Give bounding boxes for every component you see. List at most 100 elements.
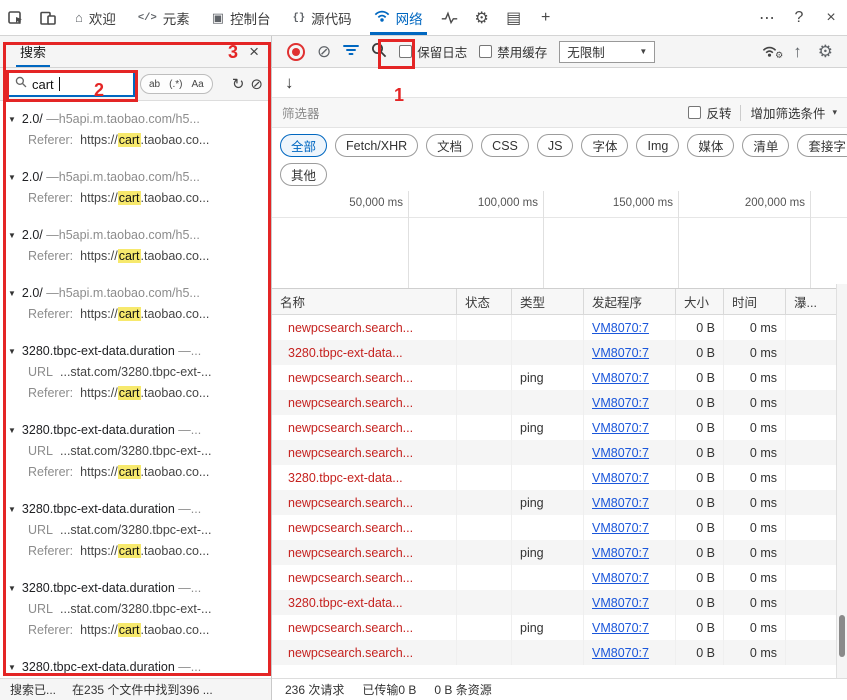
search-match-line[interactable]: Referer:https://cart.taobao.co...	[0, 383, 271, 404]
request-row[interactable]: newpcsearch.search...pingVM8070:70 B0 ms	[272, 365, 847, 390]
search-match-line[interactable]: URL...stat.com/3280.tbpc-ext-...	[0, 520, 271, 541]
tab-search[interactable]: 搜索	[8, 36, 58, 67]
refresh-search-icon[interactable]: ↻	[232, 77, 245, 92]
request-row[interactable]: newpcsearch.search...VM8070:70 B0 ms	[272, 515, 847, 540]
initiator-link[interactable]: VM8070:7	[592, 496, 649, 510]
request-row[interactable]: 3280.tbpc-ext-data...VM8070:70 B0 ms	[272, 340, 847, 365]
search-result-header[interactable]: ▼3280.tbpc-ext-data.duration — ...	[0, 498, 271, 520]
tab-welcome[interactable]: ⌂ 欢迎	[64, 0, 127, 35]
search-match-line[interactable]: Referer:https://cart.taobao.co...	[0, 130, 271, 151]
filter-chip[interactable]: CSS	[481, 134, 529, 157]
network-search-button[interactable]	[371, 42, 387, 61]
initiator-link[interactable]: VM8070:7	[592, 571, 649, 585]
column-header-3[interactable]: 发起程序	[584, 289, 676, 314]
network-conditions-icon[interactable]: ⚙	[762, 46, 777, 57]
network-settings-icon[interactable]: ⚙	[818, 43, 833, 60]
search-match-line[interactable]: URL...stat.com/3280.tbpc-ext-...	[0, 441, 271, 462]
initiator-link[interactable]: VM8070:7	[592, 396, 649, 410]
initiator-link[interactable]: VM8070:7	[592, 446, 649, 460]
initiator-link[interactable]: VM8070:7	[592, 646, 649, 660]
device-toolbar-icon[interactable]	[32, 0, 64, 35]
request-row[interactable]: newpcsearch.search...VM8070:70 B0 ms	[272, 315, 847, 340]
filter-chip[interactable]: Fetch/XHR	[335, 134, 418, 157]
filter-chip[interactable]: 媒体	[687, 134, 734, 157]
initiator-link[interactable]: VM8070:7	[592, 471, 649, 485]
filter-chip[interactable]: Img	[636, 134, 679, 157]
initiator-link[interactable]: VM8070:7	[592, 546, 649, 560]
search-result-header[interactable]: ▼2.0/ — h5api.m.taobao.com/h5...	[0, 108, 271, 130]
search-result-header[interactable]: ▼3280.tbpc-ext-data.duration — ...	[0, 577, 271, 599]
close-devtools-icon[interactable]: ×	[815, 0, 847, 35]
tab-console[interactable]: ▣ 控制台	[201, 0, 282, 35]
disable-cache-checkbox[interactable]: 禁用缓存	[479, 42, 547, 61]
filter-chip[interactable]: JS	[537, 134, 574, 157]
search-match-line[interactable]: Referer:https://cart.taobao.co...	[0, 304, 271, 325]
filter-chip[interactable]: 文档	[426, 134, 473, 157]
initiator-link[interactable]: VM8070:7	[592, 521, 649, 535]
help-icon[interactable]: ?	[783, 0, 815, 35]
search-result-header[interactable]: ▼3280.tbpc-ext-data.duration — ...	[0, 656, 271, 678]
initiator-link[interactable]: VM8070:7	[592, 421, 649, 435]
request-row[interactable]: 3280.tbpc-ext-data...VM8070:70 B0 ms	[272, 590, 847, 615]
filter-chip[interactable]: 清单	[742, 134, 789, 157]
panel-layout-icon[interactable]: ▤	[498, 0, 530, 35]
column-header-4[interactable]: 大小	[676, 289, 724, 314]
search-match-line[interactable]: Referer:https://cart.taobao.co...	[0, 620, 271, 641]
performance-icon[interactable]	[434, 0, 466, 35]
filter-chip[interactable]: 套接字	[797, 134, 847, 157]
search-result-header[interactable]: ▼2.0/ — h5api.m.taobao.com/h5...	[0, 224, 271, 246]
request-row[interactable]: newpcsearch.search...VM8070:70 B0 ms	[272, 440, 847, 465]
search-toggle-0[interactable]: ab	[145, 79, 164, 90]
preserve-log-checkbox[interactable]: 保留日志	[399, 42, 467, 61]
throttling-select[interactable]: 无限制 ▼	[559, 41, 655, 63]
filter-chip[interactable]: 全部	[280, 134, 327, 157]
request-row[interactable]: newpcsearch.search...VM8070:70 B0 ms	[272, 390, 847, 415]
search-match-line[interactable]: URL...stat.com/3280.tbpc-ext-...	[0, 362, 271, 383]
filter-input[interactable]: 筛选器	[282, 103, 320, 122]
clear-network-log-icon[interactable]: ⊘	[317, 43, 331, 60]
more-filters-button[interactable]: 增加筛选条件 ▾	[750, 103, 837, 122]
search-toggle-1[interactable]: (.*)	[165, 79, 186, 90]
request-row[interactable]: 3280.tbpc-ext-data...VM8070:70 B0 ms	[272, 465, 847, 490]
request-row[interactable]: newpcsearch.search...pingVM8070:70 B0 ms	[272, 540, 847, 565]
search-match-line[interactable]: URL...stat.com/3280.tbpc-ext-...	[0, 599, 271, 620]
gear-icon[interactable]: ⚙	[466, 0, 498, 35]
close-search-panel-icon[interactable]: ×	[249, 42, 259, 62]
import-har-icon[interactable]: ↑	[793, 43, 802, 60]
request-row[interactable]: newpcsearch.search...VM8070:70 B0 ms	[272, 565, 847, 590]
search-result-header[interactable]: ▼2.0/ — h5api.m.taobao.com/h5...	[0, 282, 271, 304]
tab-network[interactable]: 网络	[363, 0, 434, 35]
filter-chip[interactable]: 字体	[581, 134, 628, 157]
search-match-line[interactable]: Referer:https://cart.taobao.co...	[0, 541, 271, 562]
initiator-link[interactable]: VM8070:7	[592, 596, 649, 610]
request-row[interactable]: newpcsearch.search...VM8070:70 B0 ms	[272, 640, 847, 665]
initiator-link[interactable]: VM8070:7	[592, 346, 649, 360]
column-header-0[interactable]: 名称	[272, 289, 457, 314]
filter-chip[interactable]: 其他	[280, 163, 327, 186]
search-result-header[interactable]: ▼2.0/ — h5api.m.taobao.com/h5...	[0, 166, 271, 188]
filter-toggle-icon[interactable]	[343, 43, 359, 60]
download-har-icon[interactable]: ↓	[285, 73, 294, 93]
initiator-link[interactable]: VM8070:7	[592, 321, 649, 335]
inspect-icon[interactable]	[0, 0, 32, 35]
request-row[interactable]: newpcsearch.search...pingVM8070:70 B0 ms	[272, 615, 847, 640]
timeline-overview[interactable]: 50,000 ms100,000 ms150,000 ms200,000 ms	[272, 191, 847, 289]
request-row[interactable]: newpcsearch.search...pingVM8070:70 B0 ms	[272, 490, 847, 515]
search-match-line[interactable]: Referer:https://cart.taobao.co...	[0, 246, 271, 267]
search-result-header[interactable]: ▼3280.tbpc-ext-data.duration — ...	[0, 419, 271, 441]
scrollbar-thumb[interactable]	[839, 615, 845, 657]
search-toggle-2[interactable]: Aa	[187, 79, 207, 90]
vertical-scrollbar[interactable]	[836, 284, 847, 678]
initiator-link[interactable]: VM8070:7	[592, 371, 649, 385]
more-options-icon[interactable]: ⋯	[751, 0, 783, 35]
request-row[interactable]: newpcsearch.search...pingVM8070:70 B0 ms	[272, 415, 847, 440]
column-header-5[interactable]: 时间	[724, 289, 786, 314]
add-tab-icon[interactable]: +	[530, 0, 562, 35]
invert-filter-checkbox[interactable]: 反转	[688, 103, 731, 122]
search-result-header[interactable]: ▼3280.tbpc-ext-data.duration — ...	[0, 340, 271, 362]
clear-search-icon[interactable]: ⊘	[250, 77, 263, 92]
tab-sources[interactable]: {} 源代码	[282, 0, 363, 35]
tab-elements[interactable]: </> 元素	[127, 0, 201, 35]
record-button[interactable]	[287, 43, 305, 61]
search-input[interactable]: cart	[8, 72, 134, 96]
